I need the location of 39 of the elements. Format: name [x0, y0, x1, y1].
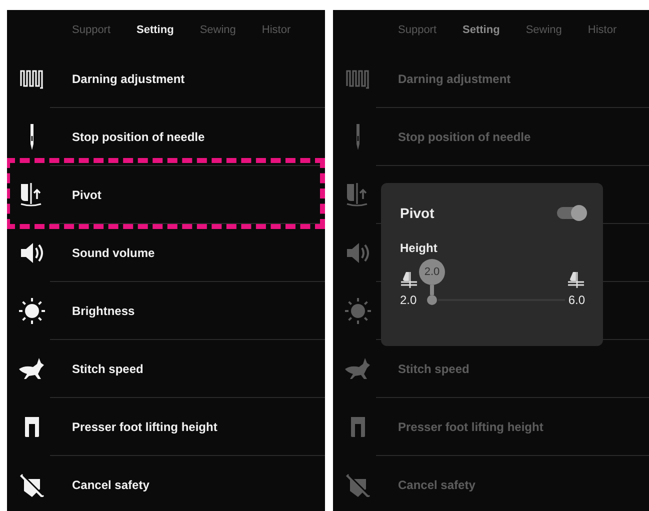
setting-label[interactable]: Stop position of needle: [398, 130, 531, 144]
setting-label[interactable]: Cancel safety: [72, 478, 150, 492]
setting-label[interactable]: Pivot: [72, 188, 102, 202]
speaker-icon: [19, 241, 45, 265]
nav-tab[interactable]: Sewing: [526, 24, 562, 36]
setting-label[interactable]: Stitch speed: [398, 362, 470, 376]
zigzag-icon: [19, 68, 45, 90]
speaker-icon: [345, 241, 371, 265]
setting-label[interactable]: Darning adjustment: [72, 72, 185, 86]
zigzag-icon: [345, 68, 371, 90]
crossed-shield-icon: [19, 473, 45, 497]
setting-label[interactable]: Presser foot lifting height: [398, 420, 544, 434]
setting-label[interactable]: Presser foot lifting height: [72, 420, 218, 434]
foot-icon: [24, 416, 40, 438]
max-value: 6.0: [568, 293, 585, 307]
nav-tab[interactable]: Sewing: [200, 24, 236, 36]
popup-title: Pivot: [400, 205, 434, 221]
setting-label[interactable]: Cancel safety: [398, 478, 476, 492]
height-label: Height: [400, 241, 438, 255]
nav-tab[interactable]: Support: [72, 24, 111, 36]
high-foot-icon: [567, 271, 585, 289]
crossed-shield-icon: [345, 473, 371, 497]
sun-icon: [344, 297, 372, 325]
nav-tab[interactable]: Setting: [462, 24, 500, 36]
nav-tab[interactable]: Histor: [262, 24, 291, 36]
setting-label[interactable]: Darning adjustment: [398, 72, 511, 86]
sun-icon: [18, 297, 46, 325]
setting-label[interactable]: Sound volume: [72, 246, 155, 260]
setting-label[interactable]: Stop position of needle: [72, 130, 205, 144]
low-foot-icon: [400, 271, 418, 289]
toggle-switch[interactable]: [557, 207, 585, 219]
nav-tab[interactable]: Histor: [588, 24, 617, 36]
min-value: 2.0: [400, 293, 417, 307]
slider-thumb[interactable]: [427, 295, 437, 305]
setting-label[interactable]: Brightness: [72, 304, 135, 318]
foot-icon: [350, 416, 366, 438]
setting-label[interactable]: Stitch speed: [72, 362, 144, 376]
nav-tab[interactable]: Support: [398, 24, 437, 36]
nav-tab[interactable]: Setting: [136, 24, 174, 36]
